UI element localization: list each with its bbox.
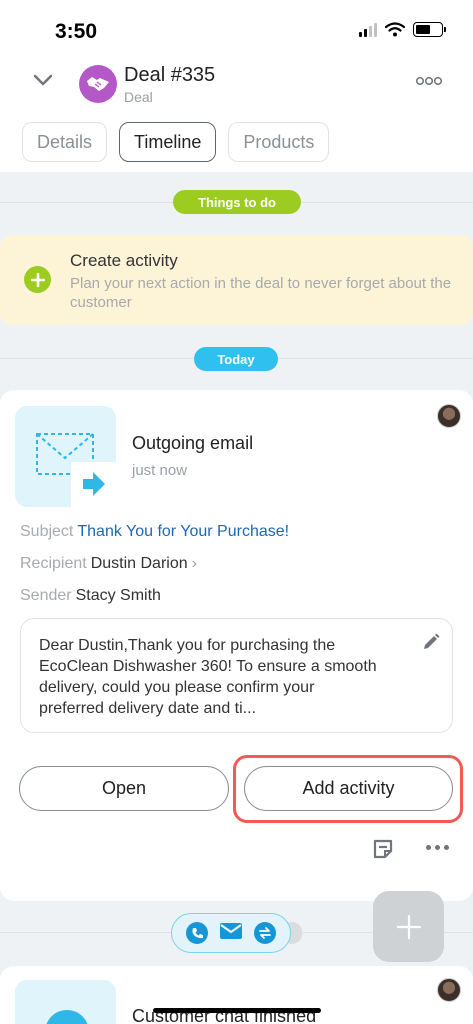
create-activity-description: Plan your next action in the deal to nev… (70, 275, 452, 311)
chevron-right-icon: › (191, 555, 197, 572)
recipient-label: Recipient (20, 555, 87, 572)
handshake-icon (87, 77, 109, 91)
status-time: 3:50 (55, 20, 98, 43)
pencil-icon[interactable] (422, 633, 440, 651)
open-button[interactable]: Open (19, 766, 229, 811)
create-activity-title[interactable]: Create activity (70, 251, 178, 271)
email-body: Dear Dustin,Thank you for purchasing the… (39, 637, 377, 717)
plus-icon[interactable] (24, 266, 51, 293)
deal-avatar (79, 65, 117, 103)
deal-title: Deal #335 (124, 64, 216, 86)
sender-label: Sender (20, 587, 72, 604)
card-more-icon[interactable] (426, 845, 449, 850)
status-icons (359, 22, 446, 37)
note-icon[interactable] (372, 838, 394, 860)
subject-link[interactable]: Thank You for Your Purchase! (77, 523, 289, 540)
home-indicator[interactable] (153, 1008, 321, 1013)
subject-row: Subject Thank You for Your Purchase! (20, 523, 289, 541)
chat-icon (45, 1010, 89, 1024)
sync-icon[interactable] (254, 922, 276, 944)
add-icon (396, 914, 421, 939)
more-icon[interactable] (416, 76, 442, 86)
chat-tile (15, 980, 116, 1024)
sender-row: Sender Stacy Smith (20, 587, 161, 605)
sender-name: Stacy Smith (75, 587, 161, 604)
today-badge: Today (194, 347, 278, 371)
phone-icon[interactable] (186, 922, 208, 944)
mail-icon[interactable] (220, 922, 242, 944)
battery-icon (413, 22, 446, 37)
tab-timeline[interactable]: Timeline (119, 122, 217, 162)
recipient-row[interactable]: Recipient Dustin Darion › (20, 555, 197, 573)
signal-icon (359, 22, 377, 37)
email-title: Outgoing email (132, 433, 254, 453)
add-fab-button[interactable] (373, 891, 444, 962)
tab-bar: Details Timeline Products (22, 122, 330, 162)
highlight-box (233, 755, 463, 823)
user-avatar[interactable] (437, 978, 461, 1002)
tab-products[interactable]: Products (228, 122, 330, 162)
recipient-name[interactable]: Dustin Darion (91, 555, 188, 572)
user-avatar[interactable] (437, 404, 461, 428)
email-time: just now (132, 462, 188, 479)
activity-filter[interactable] (171, 913, 291, 953)
email-icon (36, 433, 116, 507)
wifi-icon (385, 22, 405, 37)
things-to-do-badge: Things to do (173, 190, 301, 214)
deal-subtitle: Deal (124, 89, 153, 105)
tab-details[interactable]: Details (22, 122, 108, 162)
email-tile (15, 406, 116, 507)
subject-label: Subject (20, 523, 74, 540)
chevron-down-icon[interactable] (33, 74, 53, 86)
